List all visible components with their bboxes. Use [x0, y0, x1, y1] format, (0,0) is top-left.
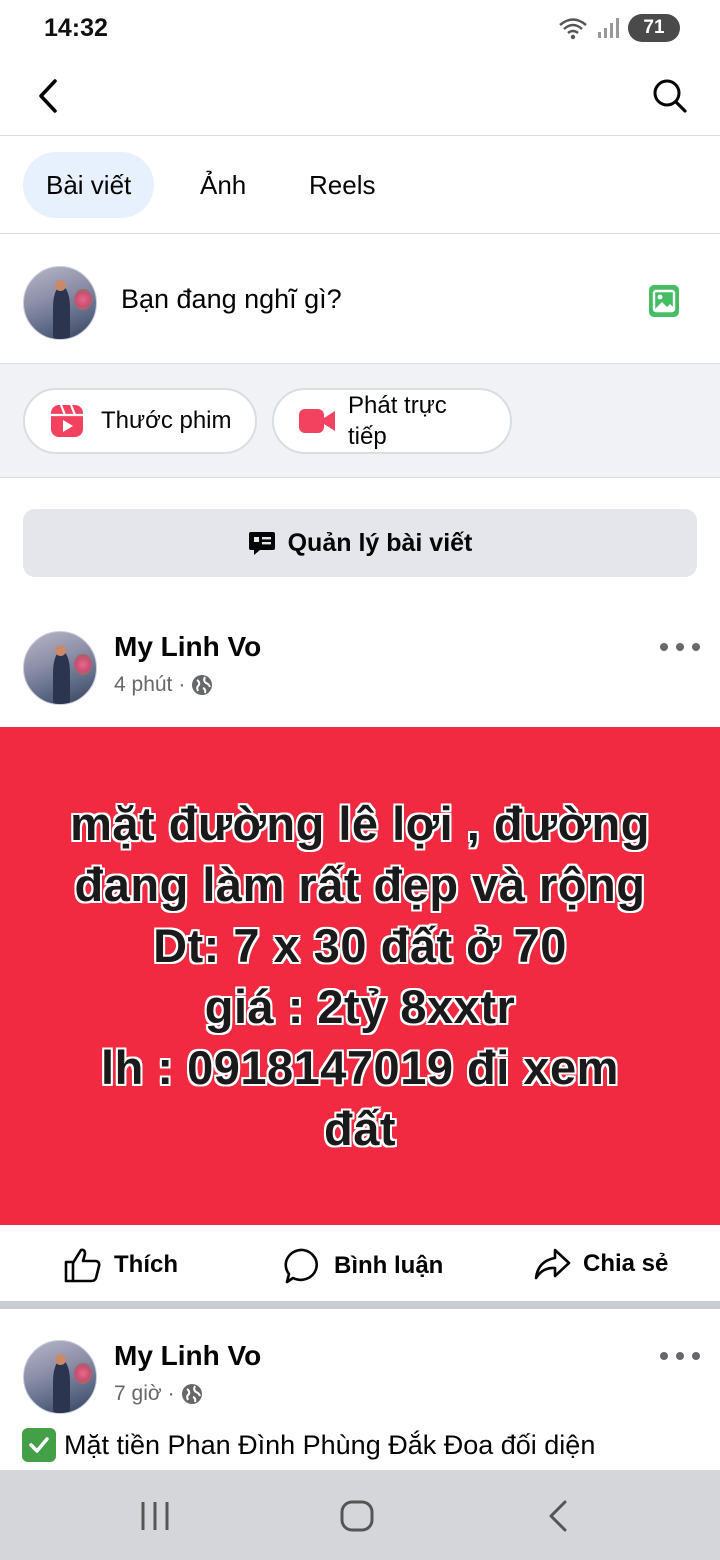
share-button[interactable]: Chia sẻ — [533, 1247, 668, 1281]
avatar[interactable] — [23, 631, 97, 705]
system-back-button[interactable] — [545, 1500, 571, 1532]
check-mark-icon — [22, 1428, 56, 1462]
globe-icon — [181, 1384, 202, 1404]
battery-level: 71 — [643, 17, 665, 38]
photo-button[interactable] — [648, 284, 680, 318]
post-author[interactable]: My Linh Vo — [114, 1340, 261, 1372]
post-time[interactable]: 7 giờ — [114, 1382, 162, 1406]
comment-icon — [284, 1248, 318, 1284]
tab-photos[interactable]: Ảnh — [177, 152, 269, 218]
action-strip: Thước phim Phát trực tiếp — [0, 364, 720, 478]
signal-icon — [598, 18, 619, 38]
manage-posts-icon — [248, 532, 275, 555]
back-button[interactable] — [28, 72, 68, 120]
reaction-bar: Thích Bình luận Chia sẻ — [0, 1225, 720, 1309]
reels-label: Thước phim — [101, 407, 232, 435]
live-video-button[interactable]: Phát trực tiếp — [272, 388, 512, 454]
post-text-content: Mặt tiền Phan Đình Phùng Đắk Đoa đối diệ… — [64, 1429, 596, 1460]
photo-icon — [649, 285, 679, 317]
share-icon — [534, 1248, 571, 1280]
manage-posts-button[interactable]: Quản lý bài viết — [23, 509, 697, 577]
status-time: 14:32 — [44, 14, 108, 42]
banner-text: mặt đường lê lợi , đường đang làm rất đẹ… — [70, 797, 650, 1155]
meta-separator: · — [178, 673, 186, 696]
thumbs-up-icon — [64, 1248, 101, 1283]
post-author[interactable]: My Linh Vo — [114, 631, 261, 663]
post-text: Mặt tiền Phan Đình Phùng Đắk Đoa đối diệ… — [22, 1428, 595, 1462]
share-label: Chia sẻ — [583, 1250, 669, 1277]
more-options-button[interactable] — [660, 635, 700, 659]
like-label: Thích — [114, 1251, 178, 1278]
tab-reels[interactable]: Reels — [286, 152, 398, 218]
post-header: My Linh Vo 4 phút · — [0, 631, 720, 727]
avatar[interactable] — [23, 266, 97, 340]
comment-button[interactable]: Bình luận — [284, 1247, 443, 1285]
post-composer: Bạn đang nghĩ gì? — [0, 234, 720, 364]
reels-icon — [51, 404, 83, 437]
tab-posts[interactable]: Bài viết — [23, 152, 155, 218]
profile-tabs: Bài viết Ảnh Reels — [0, 136, 720, 234]
home-button[interactable] — [339, 1500, 375, 1532]
status-bar: 14:32 71 — [0, 0, 720, 58]
post-time[interactable]: 4 phút — [114, 673, 172, 697]
top-nav-bar — [0, 58, 720, 136]
post-header: My Linh Vo 7 giờ · — [0, 1340, 720, 1436]
globe-icon — [192, 675, 213, 695]
status-icons: 71 — [558, 14, 680, 42]
search-button[interactable] — [648, 72, 692, 120]
battery-indicator: 71 — [628, 14, 680, 42]
system-nav-bar — [0, 1470, 720, 1560]
recent-apps-button[interactable] — [138, 1500, 172, 1532]
reels-button[interactable]: Thước phim — [23, 388, 257, 454]
post-banner: mặt đường lê lợi , đường đang làm rất đẹ… — [0, 727, 720, 1225]
search-icon — [653, 79, 687, 113]
manage-posts-label: Quản lý bài viết — [287, 528, 473, 557]
wifi-icon — [559, 18, 587, 40]
post-meta: 7 giờ · — [114, 1382, 203, 1406]
more-options-button[interactable] — [660, 1344, 700, 1368]
avatar[interactable] — [23, 1340, 97, 1414]
composer-input[interactable]: Bạn đang nghĩ gì? — [121, 284, 342, 315]
meta-separator: · — [167, 1382, 175, 1405]
post-meta: 4 phút · — [114, 673, 213, 697]
comment-label: Bình luận — [334, 1252, 444, 1279]
chevron-left-icon — [39, 79, 57, 113]
like-button[interactable]: Thích — [64, 1247, 178, 1283]
live-video-label: Phát trực tiếp — [348, 391, 447, 450]
live-video-icon — [299, 409, 335, 433]
